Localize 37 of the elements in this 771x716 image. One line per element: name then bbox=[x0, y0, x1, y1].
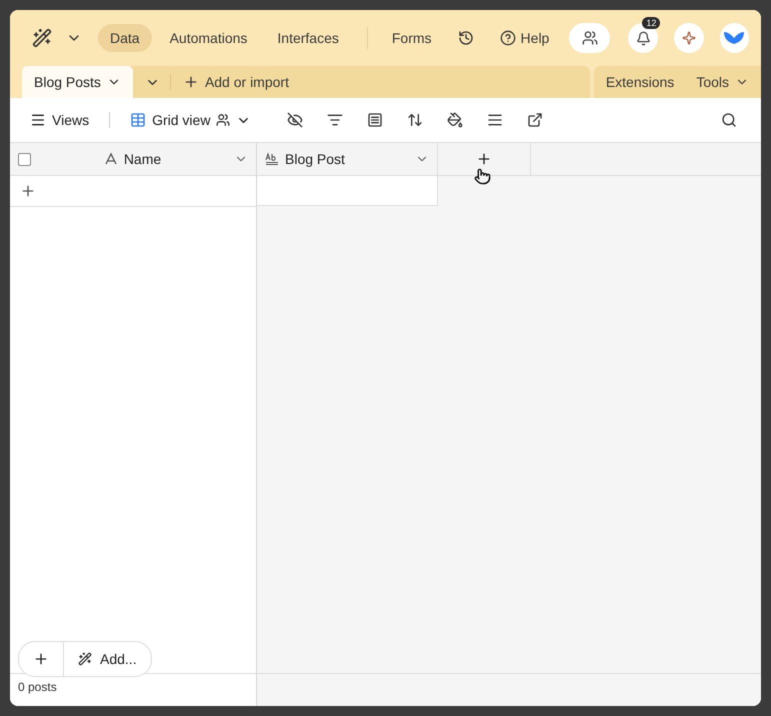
people-icon bbox=[582, 30, 598, 46]
forms-link[interactable]: Forms bbox=[384, 24, 440, 52]
sparkle-button[interactable] bbox=[674, 23, 704, 53]
people-icon bbox=[216, 113, 230, 127]
nav-tab[interactable]: Data bbox=[98, 24, 152, 52]
column-header[interactable]: Blog Post bbox=[257, 143, 438, 175]
record-count: 0 posts bbox=[18, 680, 57, 694]
views-button[interactable]: Views bbox=[22, 108, 98, 132]
notification-badge: 12 bbox=[642, 17, 660, 29]
help-link[interactable]: Help bbox=[492, 24, 558, 52]
plus-icon bbox=[182, 74, 199, 90]
extensions-button[interactable]: Extensions bbox=[600, 70, 680, 94]
bell-icon bbox=[636, 30, 651, 46]
text-field-icon bbox=[104, 152, 118, 166]
plus-icon bbox=[33, 651, 49, 667]
table-tab[interactable]: Blog Posts bbox=[22, 66, 133, 98]
column-header[interactable]: Name bbox=[10, 143, 256, 175]
nav-tab[interactable]: Automations bbox=[158, 24, 260, 52]
add-column-icon[interactable] bbox=[476, 151, 492, 167]
add-row-icon[interactable] bbox=[20, 183, 36, 199]
magic-wand-icon bbox=[78, 652, 92, 666]
column-title: Blog Post bbox=[285, 151, 345, 167]
ai-add-button[interactable]: Add... bbox=[63, 642, 151, 676]
nav-tab[interactable]: Interfaces bbox=[265, 24, 351, 52]
column-title: Name bbox=[124, 151, 162, 167]
menu-icon bbox=[30, 112, 46, 128]
grid-view-button[interactable]: Grid view bbox=[122, 108, 260, 132]
grid-icon bbox=[130, 112, 146, 128]
hand-cursor-icon bbox=[474, 168, 491, 185]
help-icon bbox=[500, 30, 516, 46]
add-or-import-button[interactable]: Add or import bbox=[176, 70, 295, 94]
tools-button[interactable]: Tools bbox=[690, 70, 755, 94]
select-all-checkbox[interactable] bbox=[18, 152, 31, 166]
share-button[interactable] bbox=[569, 23, 610, 53]
long-text-icon bbox=[265, 152, 279, 166]
sparkle-icon bbox=[682, 31, 696, 45]
avatar[interactable] bbox=[720, 23, 749, 53]
